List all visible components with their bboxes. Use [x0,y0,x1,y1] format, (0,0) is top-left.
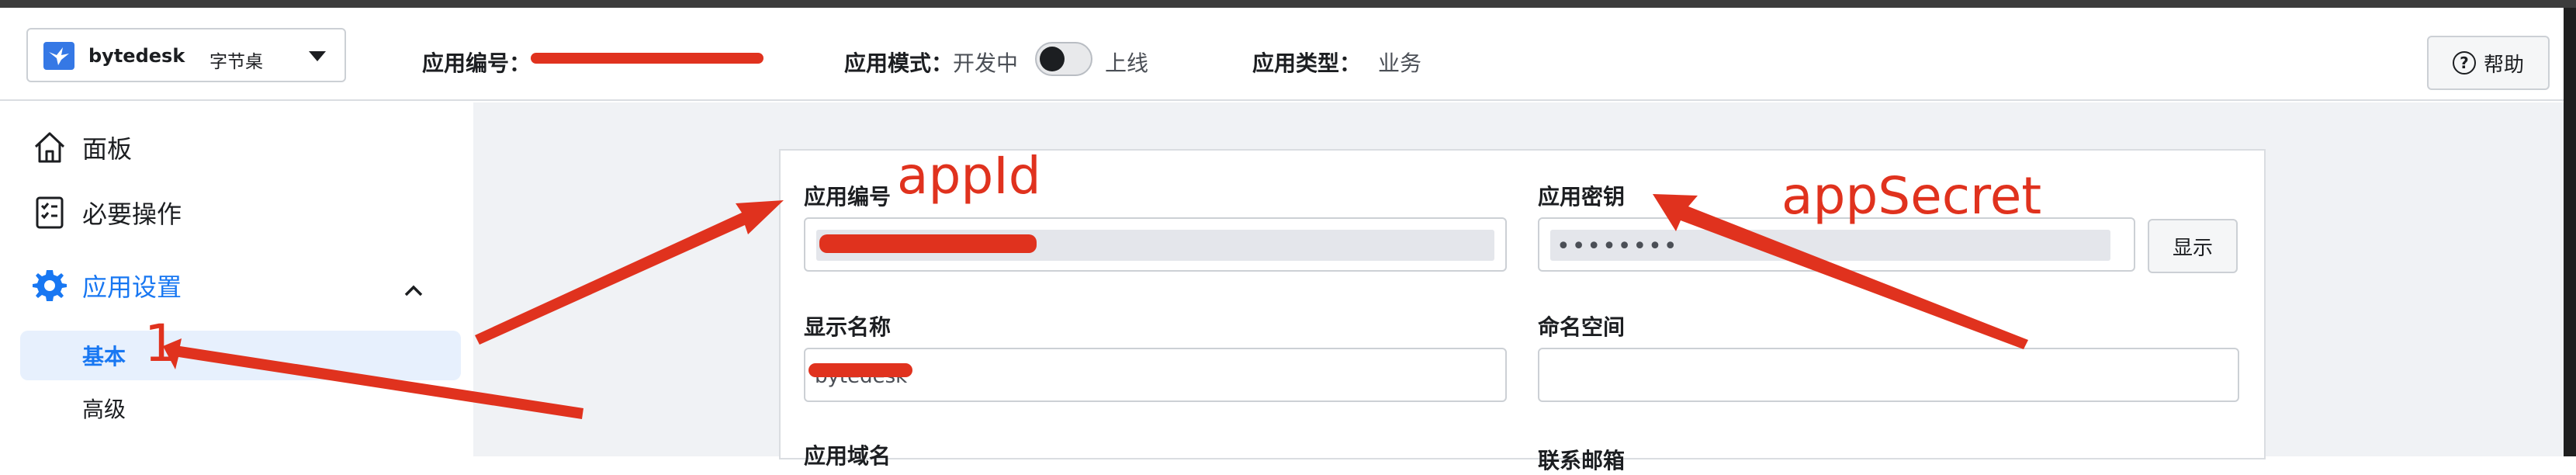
arrow-to-basic [163,338,583,419]
window-right-edge [2564,8,2576,456]
arrow-to-appid [475,200,784,345]
annotation-arrows [163,194,2028,419]
arrow-to-appsecret [1653,194,2028,349]
